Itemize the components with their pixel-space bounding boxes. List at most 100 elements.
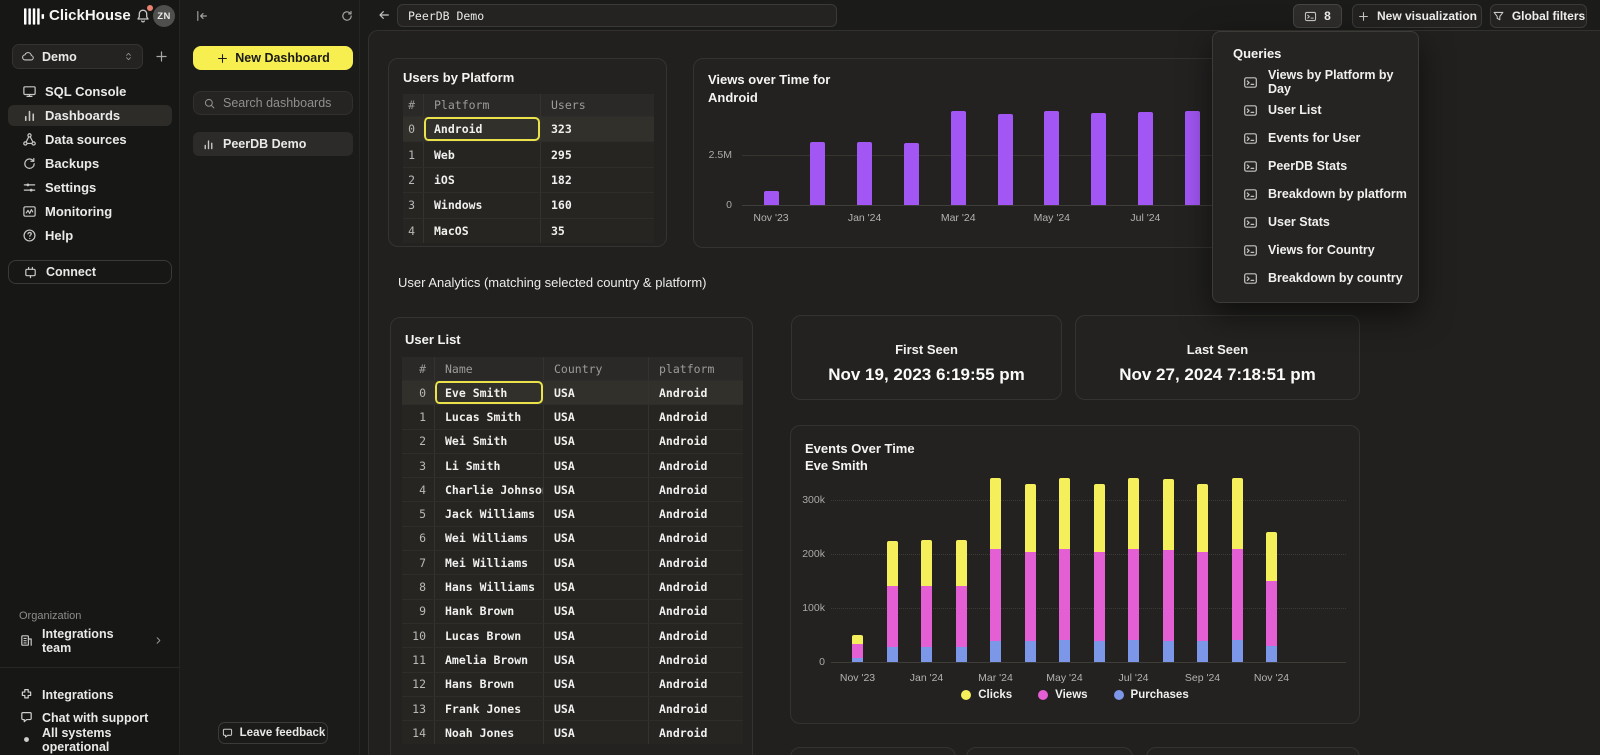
cell[interactable]: Android bbox=[648, 381, 743, 404]
table-row-11[interactable]: 11Amelia BrownUSAAndroid bbox=[402, 647, 743, 671]
legend-item-views[interactable]: Views bbox=[1038, 689, 1087, 701]
cell[interactable]: Windows bbox=[423, 193, 540, 217]
cell[interactable]: Noah Jones bbox=[434, 721, 543, 744]
sidebar-item-integrations[interactable]: Integrations bbox=[8, 684, 172, 705]
table-row-12[interactable]: 12Hans BrownUSAAndroid bbox=[402, 672, 743, 696]
system-status[interactable]: All systems operational bbox=[8, 729, 172, 750]
query-menu-item-views-for-country[interactable]: Views for Country bbox=[1213, 236, 1418, 264]
cell[interactable]: 12 bbox=[402, 673, 434, 696]
query-menu-item-user-stats[interactable]: User Stats bbox=[1213, 208, 1418, 236]
cell[interactable]: Android bbox=[648, 551, 743, 574]
sidebar-item-settings[interactable]: Settings bbox=[8, 177, 172, 198]
cell[interactable]: 0 bbox=[402, 381, 434, 404]
notifications-button[interactable] bbox=[135, 8, 151, 24]
organization-team-button[interactable]: Integrations team bbox=[8, 630, 172, 651]
cell[interactable]: Android bbox=[648, 673, 743, 696]
table-row-0[interactable]: 0Eve SmithUSAAndroid bbox=[402, 380, 743, 404]
table-row-3[interactable]: 3Windows160 bbox=[403, 192, 654, 217]
sidebar-item-sql-console[interactable]: SQL Console bbox=[8, 81, 172, 102]
cell[interactable]: Hans Brown bbox=[434, 673, 543, 696]
global-filters-button[interactable]: Global filters bbox=[1490, 4, 1587, 28]
cell[interactable]: Android bbox=[648, 600, 743, 623]
cell[interactable]: 2 bbox=[403, 168, 423, 192]
table-row-1[interactable]: 1Web295 bbox=[403, 141, 654, 166]
cell[interactable]: MacOS bbox=[423, 219, 540, 243]
table-row-6[interactable]: 6Wei WilliamsUSAAndroid bbox=[402, 526, 743, 550]
query-menu-item-breakdown-by-country[interactable]: Breakdown by country bbox=[1213, 264, 1418, 292]
dashboard-title-input[interactable] bbox=[397, 4, 837, 27]
legend-item-clicks[interactable]: Clicks bbox=[961, 689, 1012, 701]
cell[interactable]: Li Smith bbox=[434, 454, 543, 477]
search-dashboards-input[interactable] bbox=[223, 96, 343, 110]
cell[interactable]: 3 bbox=[402, 454, 434, 477]
table-row-2[interactable]: 2Wei SmithUSAAndroid bbox=[402, 429, 743, 453]
table-row-5[interactable]: 5Jack WilliamsUSAAndroid bbox=[402, 501, 743, 525]
cell[interactable]: Hank Brown bbox=[434, 600, 543, 623]
cell[interactable]: USA bbox=[543, 575, 648, 598]
connect-button[interactable]: Connect bbox=[8, 260, 172, 284]
sidebar-item-help[interactable]: Help bbox=[8, 225, 172, 246]
cell[interactable]: Android bbox=[423, 117, 540, 141]
table-row-1[interactable]: 1Lucas SmithUSAAndroid bbox=[402, 404, 743, 428]
leave-feedback-button[interactable]: Leave feedback bbox=[218, 722, 328, 744]
new-dashboard-button[interactable]: New Dashboard bbox=[193, 46, 353, 70]
cell[interactable]: 1 bbox=[402, 405, 434, 428]
cell[interactable]: Charlie Johnson bbox=[434, 478, 543, 501]
cell[interactable]: Mei Williams bbox=[434, 551, 543, 574]
new-visualization-button[interactable]: New visualization bbox=[1352, 4, 1482, 28]
query-menu-item-breakdown-by-platform[interactable]: Breakdown by platform bbox=[1213, 180, 1418, 208]
cell[interactable]: USA bbox=[543, 502, 648, 525]
cell[interactable]: USA bbox=[543, 697, 648, 720]
cell[interactable]: USA bbox=[543, 454, 648, 477]
cell[interactable]: Web bbox=[423, 142, 540, 166]
cell[interactable]: 323 bbox=[540, 117, 654, 141]
search-dashboards-box[interactable] bbox=[193, 91, 353, 115]
table-row-4[interactable]: 4MacOS35 bbox=[403, 218, 654, 243]
table-row-3[interactable]: 3Li SmithUSAAndroid bbox=[402, 453, 743, 477]
collapse-panel-button[interactable] bbox=[195, 9, 209, 23]
sidebar-item-backups[interactable]: Backups bbox=[8, 153, 172, 174]
cell[interactable]: Frank Jones bbox=[434, 697, 543, 720]
table-row-8[interactable]: 8Hans WilliamsUSAAndroid bbox=[402, 574, 743, 598]
cell[interactable]: Wei Smith bbox=[434, 430, 543, 453]
cell[interactable]: Eve Smith bbox=[434, 381, 543, 404]
cell[interactable]: Lucas Brown bbox=[434, 624, 543, 647]
cell[interactable]: 14 bbox=[402, 721, 434, 744]
cell[interactable]: 7 bbox=[402, 551, 434, 574]
cell[interactable]: USA bbox=[543, 673, 648, 696]
cell[interactable]: 4 bbox=[402, 478, 434, 501]
table-row-10[interactable]: 10Lucas BrownUSAAndroid bbox=[402, 623, 743, 647]
cell[interactable]: iOS bbox=[423, 168, 540, 192]
cell[interactable]: Android bbox=[648, 648, 743, 671]
table-row-7[interactable]: 7Mei WilliamsUSAAndroid bbox=[402, 550, 743, 574]
cell[interactable]: 8 bbox=[402, 575, 434, 598]
cell[interactable]: Lucas Smith bbox=[434, 405, 543, 428]
cell[interactable]: 10 bbox=[402, 624, 434, 647]
queries-count-button[interactable]: 8 bbox=[1293, 4, 1342, 28]
table-row-14[interactable]: 14Noah JonesUSAAndroid bbox=[402, 720, 743, 744]
cell[interactable]: Android bbox=[648, 527, 743, 550]
sidebar-item-data-sources[interactable]: Data sources bbox=[8, 129, 172, 150]
table-row-4[interactable]: 4Charlie JohnsonUSAAndroid bbox=[402, 477, 743, 501]
legend-item-purchases[interactable]: Purchases bbox=[1114, 689, 1189, 701]
cell[interactable]: Android bbox=[648, 430, 743, 453]
cell[interactable]: Hans Williams bbox=[434, 575, 543, 598]
cell[interactable]: 2 bbox=[402, 430, 434, 453]
cell[interactable]: USA bbox=[543, 430, 648, 453]
table-row-2[interactable]: 2iOS182 bbox=[403, 167, 654, 192]
cell[interactable]: Wei Williams bbox=[434, 527, 543, 550]
cell[interactable]: 4 bbox=[403, 219, 423, 243]
cell[interactable]: Android bbox=[648, 575, 743, 598]
cell[interactable]: 182 bbox=[540, 168, 654, 192]
back-button[interactable] bbox=[377, 8, 391, 22]
cell[interactable]: USA bbox=[543, 600, 648, 623]
cell[interactable]: 13 bbox=[402, 697, 434, 720]
table-row-13[interactable]: 13Frank JonesUSAAndroid bbox=[402, 696, 743, 720]
cell[interactable]: Android bbox=[648, 721, 743, 744]
cell[interactable]: USA bbox=[543, 381, 648, 404]
query-menu-item-peerdb-stats[interactable]: PeerDB Stats bbox=[1213, 152, 1418, 180]
cell[interactable]: 6 bbox=[402, 527, 434, 550]
cell[interactable]: USA bbox=[543, 527, 648, 550]
cell[interactable]: USA bbox=[543, 648, 648, 671]
cell[interactable]: Android bbox=[648, 478, 743, 501]
